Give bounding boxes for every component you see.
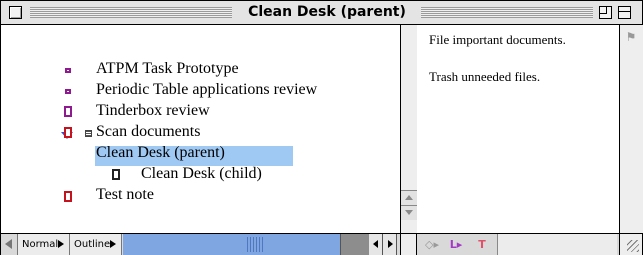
shape-tool-icon[interactable]: ◇▸ bbox=[421, 237, 443, 252]
title-bar[interactable]: Clean Desk (parent) bbox=[1, 1, 642, 25]
outline-item-label: Scan documents bbox=[96, 123, 201, 140]
text-pane-horizontal-bar bbox=[497, 234, 617, 255]
scroll-down-arrow-icon[interactable] bbox=[401, 205, 417, 220]
outline-item-label: Tinderbox review bbox=[96, 102, 210, 119]
scroll-left-button-icon[interactable] bbox=[369, 234, 383, 255]
outline-view: ATPM Task Prototype Periodic Table appli… bbox=[1, 25, 400, 233]
outline-item-label: ATPM Task Prototype bbox=[96, 60, 239, 77]
text-pane-scrollbar[interactable]: ⚑ bbox=[619, 25, 643, 233]
zoom-box-icon[interactable] bbox=[599, 6, 612, 19]
document-note-icon bbox=[64, 191, 72, 202]
outline-item-label: Test note bbox=[96, 186, 154, 203]
container-badge-icon bbox=[85, 130, 92, 137]
note-text-pane[interactable]: File important documents. Trash unneeded… bbox=[417, 25, 619, 233]
scroll-left-arrow-icon[interactable] bbox=[1, 234, 18, 255]
popup-arrow-icon bbox=[58, 240, 64, 248]
mode-popup-label: Outline bbox=[74, 239, 111, 250]
text-tool-icon[interactable]: T bbox=[471, 237, 493, 252]
title-bar-stripes-left bbox=[30, 7, 232, 18]
note-text-paragraph: Trash unneeded files. bbox=[429, 69, 541, 84]
popup-arrow-icon bbox=[110, 240, 116, 248]
horizontal-scrollbar-track[interactable] bbox=[123, 234, 341, 255]
outline-item-selected[interactable]: Clean Desk (parent) bbox=[96, 143, 225, 163]
outline-item-label: Periodic Table applications review bbox=[96, 81, 318, 98]
pin-icon[interactable]: ⚑ bbox=[625, 29, 637, 45]
resize-grip-icon[interactable] bbox=[619, 234, 642, 255]
link-tool-icon[interactable]: L▸ bbox=[445, 237, 467, 252]
outline-vertical-scrollbar[interactable] bbox=[400, 25, 418, 233]
scroll-thumb-grip-icon[interactable] bbox=[247, 237, 263, 252]
outline-item[interactable]: Periodic Table applications review bbox=[96, 80, 317, 100]
bottom-toolbar: Normal Outline ◇▸ L▸ T bbox=[1, 233, 642, 255]
window-title: Clean Desk (parent) bbox=[237, 3, 417, 22]
mode-popup-menu[interactable]: Outline bbox=[70, 234, 122, 255]
scroll-up-arrow-icon[interactable] bbox=[401, 190, 417, 205]
outline-item[interactable]: ATPM Task Prototype bbox=[96, 59, 239, 79]
horizontal-scroll-gap bbox=[341, 234, 369, 255]
outline-item-label: Clean Desk (child) bbox=[141, 165, 262, 182]
title-bar-stripes-right bbox=[421, 7, 593, 18]
view-popup-menu[interactable]: Normal bbox=[18, 234, 70, 255]
outline-item[interactable]: Clean Desk (child) bbox=[141, 164, 262, 184]
collapse-box-icon[interactable] bbox=[618, 6, 631, 19]
outline-item-label: Clean Desk (parent) bbox=[96, 144, 225, 161]
pane-divider[interactable] bbox=[400, 234, 417, 255]
close-box-icon[interactable] bbox=[9, 6, 22, 19]
tinderbox-window: Clean Desk (parent) ATPM Task Prototype … bbox=[0, 0, 643, 255]
scroll-right-button-icon[interactable] bbox=[383, 234, 397, 255]
flat-note-icon bbox=[65, 89, 71, 94]
document-note-icon bbox=[64, 127, 72, 138]
flat-note-icon bbox=[65, 68, 71, 73]
outline-item[interactable]: Scan documents bbox=[96, 122, 200, 142]
outline-item[interactable]: Tinderbox review bbox=[96, 101, 210, 121]
view-popup-label: Normal bbox=[22, 239, 59, 250]
document-note-icon bbox=[112, 169, 120, 180]
outline-item[interactable]: Test note bbox=[96, 185, 154, 205]
document-note-icon bbox=[64, 106, 72, 117]
note-text-paragraph: File important documents. bbox=[429, 32, 566, 47]
